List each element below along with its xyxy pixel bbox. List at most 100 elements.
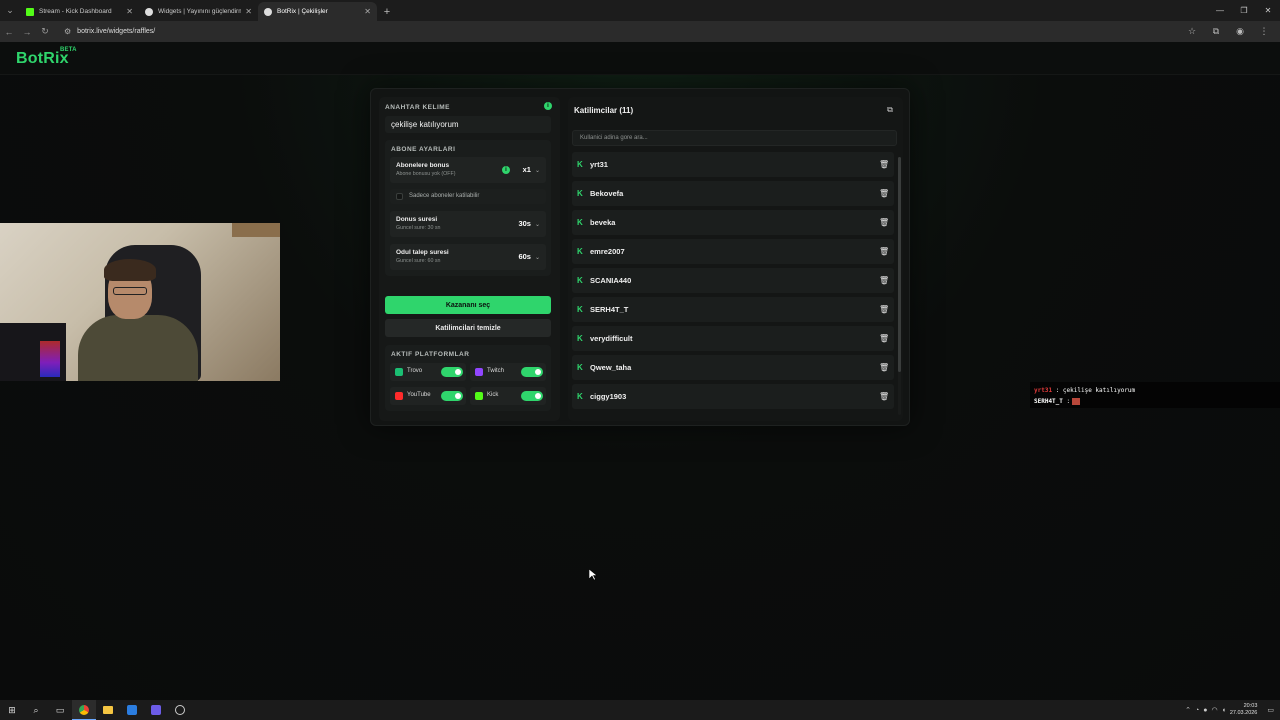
clear-participants-button[interactable]: Katilimcilari temizle xyxy=(385,319,551,337)
botrix-logo[interactable]: BotRix BETA xyxy=(16,47,77,68)
chevron-down-icon: ⌄ xyxy=(534,222,540,228)
windows-start-icon[interactable]: ⊞ xyxy=(0,700,24,720)
tab-search-icon[interactable]: ⌄ xyxy=(0,0,20,21)
site-header: BotRix BETA xyxy=(0,42,1280,75)
browser-tab-2[interactable]: Widgets | Yayınını güçlendirme... ✕ xyxy=(139,2,258,21)
trash-icon[interactable]: 🗑 xyxy=(879,334,889,343)
maximize-icon[interactable]: ❐ xyxy=(1232,0,1256,21)
forward-icon[interactable]: → xyxy=(18,21,36,42)
platform-twitch: Twitch xyxy=(470,363,546,381)
webcam-overlay xyxy=(0,223,280,381)
platform-kick: Kick xyxy=(470,387,546,405)
kick-icon: K xyxy=(577,334,583,343)
close-tab-icon[interactable]: ✕ xyxy=(126,7,133,16)
participant-search-input[interactable]: Kullanici adina gore ara... xyxy=(572,130,897,146)
subscriber-bonus-label: Abonelere bonus xyxy=(396,162,450,169)
participant-list: Kyrt31 🗑 K Bekovefa 🗑 Kbeveka 🗑 Kemre2007 🗑 K… xyxy=(572,152,894,413)
trash-icon[interactable]: 🗑 xyxy=(879,363,889,372)
app-icon-blue[interactable] xyxy=(120,700,144,720)
only-subs-checkbox-row[interactable]: Sadece aboneler katilabilir xyxy=(390,189,546,204)
app-icon-purple[interactable] xyxy=(144,700,168,720)
chat-message: : xyxy=(1066,398,1071,405)
pick-winner-button[interactable]: Kazananı seç xyxy=(385,296,551,314)
participant-name: emre2007 xyxy=(590,247,625,256)
chevron-down-icon: ⌄ xyxy=(534,255,540,261)
kick-icon: K xyxy=(577,305,583,314)
chat-line: yrt31 : çekilişe katılıyorum xyxy=(1034,385,1276,396)
notification-icon[interactable]: ▭ xyxy=(1267,706,1274,714)
trash-icon[interactable]: 🗑 xyxy=(879,276,889,285)
info-icon[interactable]: i xyxy=(502,166,510,174)
trash-icon[interactable]: 🗑 xyxy=(879,218,889,227)
search-icon[interactable]: ⌕ xyxy=(24,700,48,720)
keyword-label: ANAHTAR KELIME xyxy=(385,104,451,111)
taskbar: ⊞ ⌕ ▭ ⌃ ◔ ● ◠ ◖ 20:03 27.03.2026 ▭ xyxy=(0,700,1280,720)
list-item: Kemre2007 🗑 xyxy=(572,239,894,264)
list-item: Kciggy1903 🗑 xyxy=(572,384,894,409)
keyword-input[interactable]: çekilişe katılıyorum xyxy=(385,116,551,133)
mouse-cursor-icon xyxy=(589,569,597,581)
menu-icon[interactable]: ⋮ xyxy=(1252,26,1276,37)
info-icon[interactable]: i xyxy=(544,102,552,110)
extensions-icon[interactable]: ⧉ xyxy=(1204,26,1228,37)
obs-icon[interactable] xyxy=(168,700,192,720)
participant-name: verydifficult xyxy=(590,334,633,343)
active-platforms: AKTIF PLATFORMLAR Trovo Twitch YouTube K… xyxy=(385,345,551,411)
list-item: K SERH4T_T 🗑 xyxy=(572,297,894,322)
twitch-toggle[interactable] xyxy=(521,367,543,377)
bonus-time-select[interactable]: 30s ⌄ xyxy=(518,219,540,228)
chat-username: yrt31 xyxy=(1034,387,1053,394)
trash-icon[interactable]: 🗑 xyxy=(879,189,889,198)
chat-line: SERH4T_T : xyxy=(1034,396,1276,407)
participant-name: Qwew_taha xyxy=(590,363,632,372)
copy-icon[interactable]: ⧉ xyxy=(883,103,897,117)
claim-time-label: Odul talep suresi xyxy=(396,249,449,256)
scrollbar-thumb[interactable] xyxy=(898,157,901,372)
close-window-icon[interactable]: ✕ xyxy=(1256,0,1280,21)
file-explorer-icon[interactable] xyxy=(96,700,120,720)
network-icon[interactable]: ◔ xyxy=(1195,707,1199,714)
system-tray: ⌃ ◔ ● ◠ ◖ 20:03 27.03.2026 ▭ xyxy=(1185,700,1274,720)
chrome-icon[interactable] xyxy=(72,700,96,720)
chevron-up-icon[interactable]: ⌃ xyxy=(1185,706,1191,714)
participants-panel: Katilimcilar (11) ⧉ Kullanici adina gore… xyxy=(568,97,903,421)
site-info-icon[interactable]: ⚙ xyxy=(64,27,71,36)
mic-icon[interactable]: ● xyxy=(1203,707,1207,714)
trash-icon[interactable]: 🗑 xyxy=(879,305,889,314)
chat-username: SERH4T_T xyxy=(1034,398,1063,405)
trovo-toggle[interactable] xyxy=(441,367,463,377)
only-subs-checkbox[interactable] xyxy=(396,193,403,200)
url-field[interactable]: ⚙ botrix.live/widgets/raffles/ xyxy=(58,24,1180,40)
back-icon[interactable]: ← xyxy=(0,21,18,42)
trash-icon[interactable]: 🗑 xyxy=(879,392,889,401)
bookmark-star-icon[interactable]: ☆ xyxy=(1180,26,1204,37)
widget-favicon-icon xyxy=(145,7,153,16)
close-tab-icon[interactable]: ✕ xyxy=(245,7,252,16)
minimize-icon[interactable]: — xyxy=(1208,0,1232,21)
page: BotRix BETA ANAHTAR KELIME i çekilişe ka… xyxy=(0,42,1280,700)
claim-time-select[interactable]: 60s ⌄ xyxy=(518,252,540,261)
wifi-icon[interactable]: ◠ xyxy=(1212,706,1218,714)
participant-name: beveka xyxy=(590,218,616,227)
clock[interactable]: 20:03 27.03.2026 xyxy=(1230,703,1258,717)
youtube-icon xyxy=(395,392,403,400)
chevron-down-icon: ⌄ xyxy=(534,168,540,174)
browser-tabstrip: ⌄ Stream - Kick Dashboard ✕ Widgets | Ya… xyxy=(0,0,1280,21)
platform-youtube: YouTube xyxy=(390,387,466,405)
browser-tab-3[interactable]: BotRix | Çekilişler ✕ xyxy=(258,2,377,21)
new-tab-button[interactable]: + xyxy=(377,2,397,21)
kick-toggle[interactable] xyxy=(521,391,543,401)
reload-icon[interactable]: ↻ xyxy=(36,21,54,42)
youtube-toggle[interactable] xyxy=(441,391,463,401)
kick-icon: K xyxy=(577,392,583,401)
browser-tab-1[interactable]: Stream - Kick Dashboard ✕ xyxy=(20,2,139,21)
beta-badge: BETA xyxy=(60,47,77,53)
trash-icon[interactable]: 🗑 xyxy=(879,247,889,256)
kick-icon: K xyxy=(577,363,583,372)
close-tab-icon[interactable]: ✕ xyxy=(364,7,371,16)
volume-icon[interactable]: ◖ xyxy=(1222,707,1226,714)
task-view-icon[interactable]: ▭ xyxy=(48,700,72,720)
trash-icon[interactable]: 🗑 xyxy=(879,160,889,169)
subscriber-bonus-select[interactable]: x1 ⌄ xyxy=(523,165,540,174)
profile-icon[interactable]: ◉ xyxy=(1228,26,1252,37)
